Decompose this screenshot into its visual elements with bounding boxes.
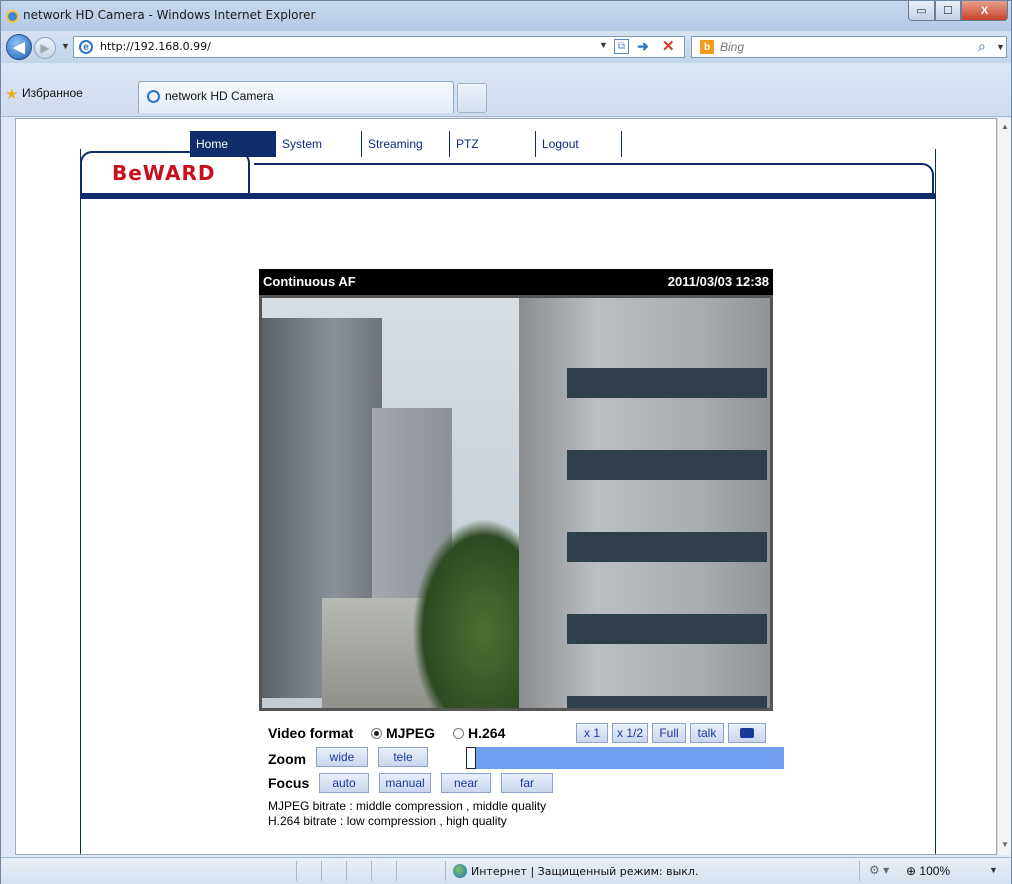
snapshot-button[interactable] bbox=[728, 723, 766, 743]
menu-streaming[interactable]: Streaming bbox=[362, 131, 450, 157]
tab-network-hd-camera[interactable]: network HD Camera bbox=[138, 81, 454, 113]
scroll-up-icon[interactable]: ▲ bbox=[1001, 122, 1009, 131]
mjpeg-label[interactable]: MJPEG bbox=[386, 725, 435, 741]
focus-far-button[interactable]: far bbox=[501, 773, 553, 793]
video-timestamp: 2011/03/03 12:38 bbox=[667, 274, 769, 289]
video-windows bbox=[567, 338, 767, 708]
bing-icon: b bbox=[700, 40, 714, 54]
page-icon: e bbox=[79, 40, 93, 54]
logo-tab: BeWARD bbox=[80, 151, 250, 197]
status-divider bbox=[296, 861, 297, 881]
zoom-wide-button[interactable]: wide bbox=[316, 747, 368, 767]
forward-button[interactable]: ▶ bbox=[34, 37, 56, 59]
status-divider bbox=[346, 861, 347, 881]
search-dropdown-icon[interactable]: ▼ bbox=[996, 42, 1005, 52]
beward-logo: BeWARD bbox=[112, 161, 216, 185]
camera-header: BeWARD bbox=[80, 151, 936, 199]
scroll-down-icon[interactable]: ▼ bbox=[1001, 840, 1009, 849]
view-x1-button[interactable]: x 1 bbox=[576, 723, 608, 743]
view-half-button[interactable]: x 1/2 bbox=[612, 723, 648, 743]
close-button[interactable]: X bbox=[961, 1, 1008, 21]
live-video[interactable] bbox=[259, 295, 773, 711]
menu-bar bbox=[254, 163, 934, 197]
protected-mode-icon[interactable]: ⚙ ▾ bbox=[869, 863, 889, 877]
mjpeg-radio[interactable] bbox=[371, 728, 382, 739]
favorites-button[interactable]: Избранное bbox=[22, 86, 83, 100]
title-bar: network HD Camera - Windows Internet Exp… bbox=[1, 1, 1011, 31]
talk-button[interactable]: talk bbox=[690, 723, 724, 743]
h264-label[interactable]: H.264 bbox=[468, 725, 505, 741]
video-format-label: Video format bbox=[268, 725, 354, 741]
focus-auto-button[interactable]: auto bbox=[319, 773, 369, 793]
address-toolbar: ◀ ▶ ▼ e http://192.168.0.99/ ▼ ⧉ ➜ ✕ b B… bbox=[1, 31, 1011, 63]
zoom-slider-handle[interactable] bbox=[466, 747, 476, 769]
ie-icon bbox=[6, 10, 19, 23]
nav-divider bbox=[80, 193, 936, 199]
browser-window: network HD Camera - Windows Internet Exp… bbox=[0, 0, 1012, 884]
menu-home[interactable]: Home bbox=[190, 131, 276, 157]
favorites-star-icon[interactable]: ★ bbox=[5, 85, 18, 103]
internet-zone-icon bbox=[453, 864, 467, 878]
security-zone-text[interactable]: Интернет | Защищенный режим: выкл. bbox=[471, 865, 698, 878]
search-icon[interactable]: ⌕ bbox=[978, 38, 986, 55]
menu-ptz[interactable]: PTZ bbox=[450, 131, 536, 157]
zoom-slider[interactable] bbox=[466, 747, 784, 769]
video-overlay-bar: Continuous AF 2011/03/03 12:38 bbox=[259, 269, 773, 295]
menu-system[interactable]: System bbox=[276, 131, 362, 157]
history-dropdown-icon[interactable]: ▼ bbox=[61, 41, 70, 51]
status-divider bbox=[321, 861, 322, 881]
search-box[interactable]: b Bing ⌕ ▼ bbox=[691, 36, 1007, 58]
maximize-button[interactable]: ☐ bbox=[935, 1, 961, 21]
zoom-tele-button[interactable]: tele bbox=[378, 747, 428, 767]
zoom-dropdown-icon[interactable]: ▼ bbox=[989, 865, 998, 875]
status-divider bbox=[396, 861, 397, 881]
zoom-level-value: 100% bbox=[919, 864, 951, 878]
status-divider bbox=[859, 861, 860, 881]
camera-controls: Video format MJPEG H.264 x 1 x 1/2 Full … bbox=[268, 723, 788, 843]
h264-radio[interactable] bbox=[453, 728, 464, 739]
status-divider bbox=[445, 861, 446, 881]
favorites-bar: ★ Избранное network HD Camera bbox=[1, 63, 1011, 117]
new-tab-button[interactable] bbox=[457, 83, 487, 113]
compatibility-view-icon[interactable]: ⧉ bbox=[614, 39, 629, 54]
h264-bitrate-info: H.264 bitrate : low compression , high q… bbox=[268, 814, 507, 828]
address-bar[interactable]: e http://192.168.0.99/ ▼ ⧉ ➜ ✕ bbox=[73, 36, 685, 58]
mjpeg-bitrate-info: MJPEG bitrate : middle compression , mid… bbox=[268, 799, 547, 813]
vertical-scrollbar[interactable]: ▲ ▼ bbox=[997, 118, 1011, 855]
url-text[interactable]: http://192.168.0.99/ bbox=[100, 40, 211, 53]
zoom-label: Zoom bbox=[268, 751, 307, 767]
minimize-button[interactable]: ▭ bbox=[908, 1, 935, 21]
focus-label: Focus bbox=[268, 775, 310, 791]
search-placeholder[interactable]: Bing bbox=[720, 40, 744, 54]
stop-icon[interactable]: ✕ bbox=[662, 37, 675, 55]
tab-ie-icon bbox=[147, 90, 160, 103]
menu-logout[interactable]: Logout bbox=[536, 131, 622, 157]
view-full-button[interactable]: Full bbox=[652, 723, 686, 743]
camera-icon bbox=[740, 728, 754, 738]
focus-near-button[interactable]: near bbox=[441, 773, 491, 793]
go-icon[interactable]: ➜ bbox=[637, 38, 649, 55]
status-divider bbox=[371, 861, 372, 881]
focus-manual-button[interactable]: manual bbox=[379, 773, 431, 793]
url-dropdown-icon[interactable]: ▼ bbox=[599, 40, 608, 50]
status-bar: Интернет | Защищенный режим: выкл. ⚙ ▾ ⊕… bbox=[1, 857, 1011, 884]
zoom-level[interactable]: ⊕ 100% bbox=[906, 864, 950, 878]
page-content: BeWARD Home System Streaming PTZ Logout … bbox=[15, 118, 997, 855]
tab-label: network HD Camera bbox=[165, 89, 274, 103]
focus-status: Continuous AF bbox=[263, 274, 356, 289]
video-trees bbox=[412, 518, 532, 708]
back-button[interactable]: ◀ bbox=[6, 34, 32, 60]
window-title: network HD Camera - Windows Internet Exp… bbox=[23, 8, 316, 22]
